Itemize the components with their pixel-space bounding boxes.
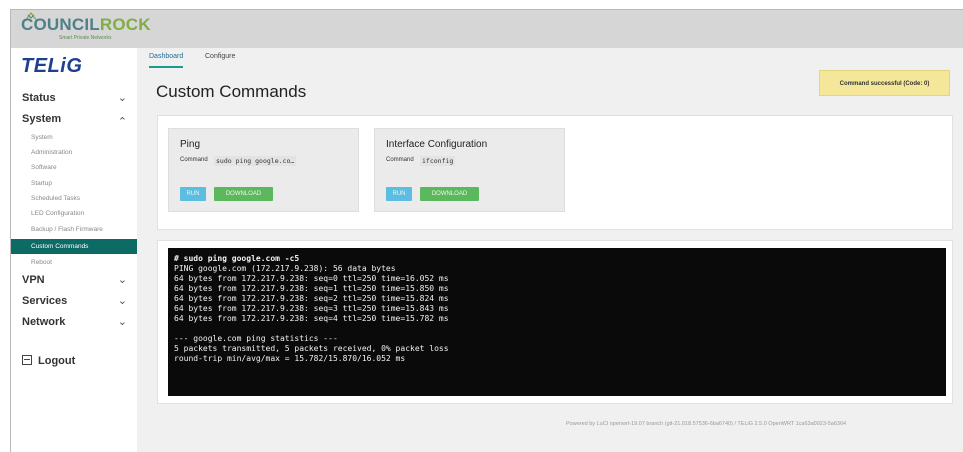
run-button[interactable]: RUN bbox=[386, 187, 412, 201]
status-notice: Command successful (Code: 0) bbox=[819, 70, 950, 96]
sidebar-item-label: VPN bbox=[22, 274, 45, 286]
terminal-line: # sudo ping google.com -c5 bbox=[174, 254, 300, 263]
top-bar: COUNCILROCK Smart Private Networks bbox=[11, 10, 963, 48]
sidebar-subitem-administration[interactable]: Administration bbox=[11, 145, 137, 160]
brand-tagline: Smart Private Networks bbox=[59, 35, 112, 41]
sidebar-item-system[interactable]: System ⌃ bbox=[11, 109, 137, 129]
command-label: Command bbox=[386, 157, 414, 163]
chevron-up-icon: ⌃ bbox=[117, 116, 127, 128]
command-title: Ping bbox=[180, 139, 201, 150]
terminal-line: round-trip min/avg/max = 15.782/15.870/1… bbox=[174, 354, 406, 363]
sidebar-item-label: Services bbox=[22, 295, 68, 307]
sidebar-item-network[interactable]: Network ⌄ bbox=[11, 312, 137, 332]
terminal-line: PING google.com (172.217.9.238): 56 data… bbox=[174, 264, 396, 273]
brand-wordmark: COUNCILROCK bbox=[21, 15, 151, 35]
footer-version-info: Powered by LuCI openwrt-19.07 branch (gi… bbox=[566, 421, 847, 427]
sidebar-item-services[interactable]: Services ⌄ bbox=[11, 291, 137, 311]
run-button[interactable]: RUN bbox=[180, 187, 206, 201]
chevron-down-icon: ⌄ bbox=[117, 92, 127, 104]
tab-dashboard[interactable]: Dashboard bbox=[149, 52, 184, 68]
terminal-line: 5 packets transmitted, 5 packets receive… bbox=[174, 344, 449, 353]
sidebar-item-label: Network bbox=[22, 316, 66, 328]
telig-logo: TELiG bbox=[21, 55, 83, 77]
brand-name-part2: ROCK bbox=[99, 15, 151, 34]
chevron-down-icon: ⌄ bbox=[117, 316, 127, 328]
terminal-line: 64 bytes from 172.217.9.238: seq=1 ttl=2… bbox=[174, 284, 449, 293]
logout-label: Logout bbox=[38, 355, 76, 367]
output-panel: # sudo ping google.com -c5 PING google.c… bbox=[157, 240, 953, 404]
sidebar-item-label: System bbox=[22, 113, 62, 125]
logout-button[interactable]: Logout bbox=[22, 354, 75, 368]
tab-configure[interactable]: Configure bbox=[205, 52, 235, 62]
sidebar-item-label: Status bbox=[22, 92, 56, 104]
terminal-line: 64 bytes from 172.217.9.238: seq=2 ttl=2… bbox=[174, 294, 449, 303]
terminal-line: 64 bytes from 172.217.9.238: seq=3 ttl=2… bbox=[174, 304, 449, 313]
command-title: Interface Configuration bbox=[386, 139, 488, 150]
page-title: Custom Commands bbox=[156, 82, 307, 101]
sidebar-item-status[interactable]: Status ⌄ bbox=[11, 88, 137, 108]
sidebar-item-vpn[interactable]: VPN ⌄ bbox=[11, 270, 137, 290]
command-label: Command bbox=[180, 157, 208, 163]
brand-name-part1: COUNCIL bbox=[21, 15, 100, 34]
sidebar-subitem-scheduled-tasks[interactable]: Scheduled Tasks bbox=[11, 191, 137, 206]
sidebar-subitem-backup-flash-firmware[interactable]: Backup / Flash Firmware bbox=[11, 222, 137, 237]
terminal-line: --- google.com ping statistics --- bbox=[174, 334, 338, 343]
command-card-interface-configuration: Interface Configuration Command ifconfig… bbox=[374, 128, 565, 212]
sidebar-subitem-system[interactable]: System bbox=[11, 130, 137, 145]
sidebar-subitem-custom-commands[interactable]: Custom Commands bbox=[11, 239, 137, 254]
terminal-line: 64 bytes from 172.217.9.238: seq=4 ttl=2… bbox=[174, 314, 449, 323]
sidebar-subitem-startup[interactable]: Startup bbox=[11, 176, 137, 191]
download-button[interactable]: DOWNLOAD bbox=[420, 187, 479, 201]
command-output-terminal: # sudo ping google.com -c5 PING google.c… bbox=[168, 248, 946, 396]
sidebar: TELiG Status ⌄ System ⌃ System Administr… bbox=[11, 48, 137, 452]
download-button[interactable]: DOWNLOAD bbox=[214, 187, 273, 201]
app-window: COUNCILROCK Smart Private Networks TELiG… bbox=[10, 9, 963, 452]
terminal-line: 64 bytes from 172.217.9.238: seq=0 ttl=2… bbox=[174, 274, 449, 283]
command-card-ping: Ping Command sudo ping google.co… RUN DO… bbox=[168, 128, 359, 212]
sidebar-subitem-software[interactable]: Software bbox=[11, 160, 137, 175]
sidebar-subitem-reboot[interactable]: Reboot bbox=[11, 255, 137, 270]
commands-panel: Ping Command sudo ping google.co… RUN DO… bbox=[157, 115, 953, 230]
sidebar-subitem-led-configuration[interactable]: LED Configuration bbox=[11, 206, 137, 221]
logout-icon bbox=[22, 355, 32, 365]
command-text: sudo ping google.co… bbox=[214, 156, 297, 166]
chevron-down-icon: ⌄ bbox=[117, 274, 127, 286]
chevron-down-icon: ⌄ bbox=[117, 295, 127, 307]
command-text: ifconfig bbox=[420, 156, 456, 166]
councilrock-logo: COUNCILROCK Smart Private Networks bbox=[21, 12, 151, 45]
